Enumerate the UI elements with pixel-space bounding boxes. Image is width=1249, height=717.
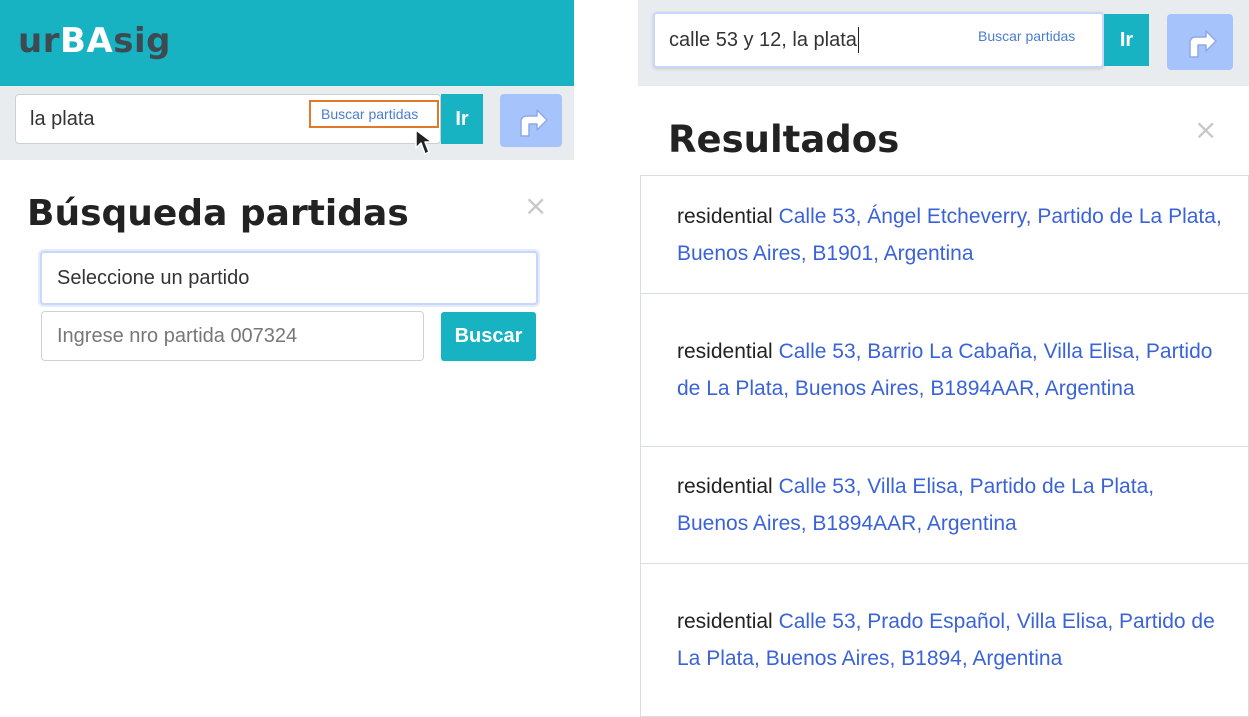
result-item[interactable]: residential Calle 53, Ángel Etcheverry, … bbox=[641, 176, 1248, 294]
buscar-button-label: Buscar bbox=[454, 325, 523, 347]
result-text: residential Calle 53, Prado Español, Vil… bbox=[677, 603, 1228, 677]
mouse-pointer-icon bbox=[415, 129, 433, 155]
go-button-label: Ir bbox=[1119, 28, 1134, 51]
text-cursor bbox=[857, 27, 859, 53]
close-icon[interactable]: × bbox=[524, 192, 547, 220]
result-type: residential bbox=[677, 610, 773, 633]
search-input-value: la plata bbox=[30, 107, 95, 130]
search-input-value: calle 53 y 12, la plata bbox=[669, 28, 857, 51]
result-type: residential bbox=[677, 204, 773, 228]
route-button[interactable] bbox=[1167, 14, 1233, 70]
go-button[interactable]: Ir bbox=[441, 94, 483, 144]
result-type: residential bbox=[677, 340, 773, 363]
partida-input[interactable]: Ingrese nro partida 007324 bbox=[41, 311, 424, 361]
go-button-label: Ir bbox=[455, 107, 469, 130]
logo-text-ba: BA bbox=[59, 21, 114, 61]
result-item[interactable]: residential Calle 53, Villa Elisa, Parti… bbox=[641, 447, 1248, 564]
result-item[interactable]: residential Calle 53, Prado Español, Vil… bbox=[641, 564, 1248, 716]
modal-title: Búsqueda partidas bbox=[27, 193, 409, 234]
partido-select-value: Seleccione un partido bbox=[57, 266, 250, 289]
turn-right-arrow-icon bbox=[1189, 30, 1217, 58]
close-icon[interactable]: × bbox=[1194, 116, 1217, 144]
results-list: residential Calle 53, Ángel Etcheverry, … bbox=[640, 175, 1249, 717]
logo-text-sig: sig bbox=[113, 21, 171, 61]
partida-input-placeholder: Ingrese nro partida 007324 bbox=[57, 324, 298, 347]
result-item[interactable]: residential Calle 53, Barrio La Cabaña, … bbox=[641, 294, 1248, 447]
route-button[interactable] bbox=[500, 94, 562, 147]
turn-right-arrow-icon bbox=[520, 108, 548, 137]
buscar-partidas-link[interactable]: Buscar partidas bbox=[321, 106, 418, 122]
buscar-button[interactable]: Buscar bbox=[441, 312, 536, 361]
result-text: residential Calle 53, Villa Elisa, Parti… bbox=[677, 468, 1228, 542]
logo-text-ur: ur bbox=[18, 21, 60, 61]
go-button[interactable]: Ir bbox=[1104, 14, 1149, 66]
buscar-partidas-link[interactable]: Buscar partidas bbox=[978, 28, 1075, 44]
partido-select[interactable]: Seleccione un partido bbox=[40, 251, 538, 305]
result-type: residential bbox=[677, 475, 773, 498]
app-logo[interactable]: urBAsig bbox=[18, 18, 171, 64]
results-title: Resultados bbox=[668, 118, 900, 161]
result-text: residential Calle 53, Ángel Etcheverry, … bbox=[677, 198, 1228, 272]
result-text: residential Calle 53, Barrio La Cabaña, … bbox=[677, 333, 1228, 407]
